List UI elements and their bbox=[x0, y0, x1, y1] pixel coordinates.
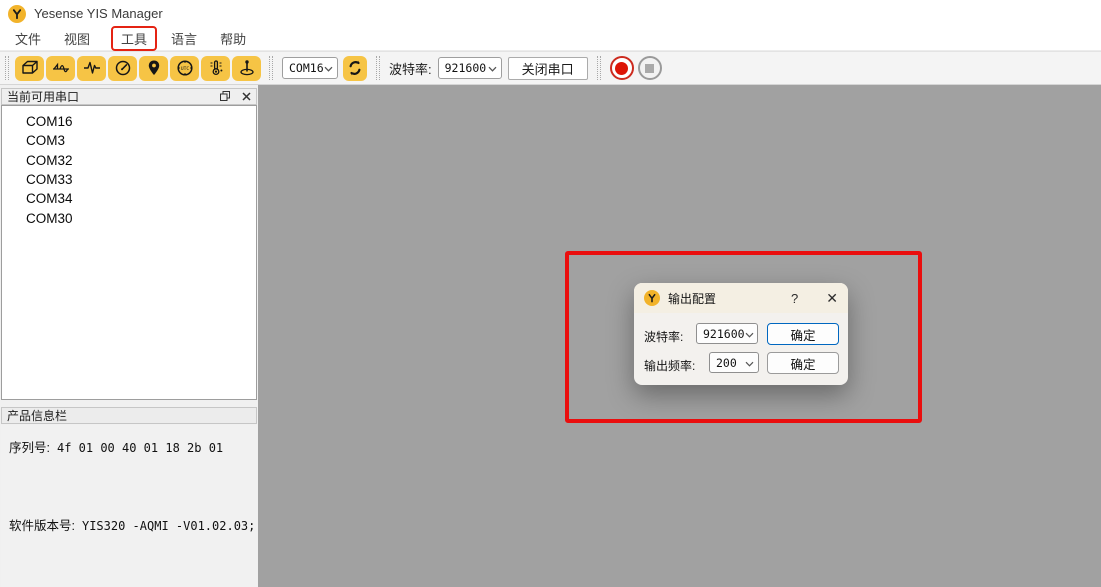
output-config-dialog: 输出配置 ? ✕ 波特率: 921600 确定 输出频率: 200 确定 bbox=[634, 283, 848, 385]
stop-button[interactable] bbox=[638, 56, 662, 80]
menu-item-language[interactable]: 语言 bbox=[165, 27, 203, 50]
dialog-freq-value: 200 bbox=[716, 356, 737, 370]
3d-view-button[interactable] bbox=[15, 56, 44, 81]
dialog-close-button[interactable]: ✕ bbox=[826, 291, 838, 305]
chevron-down-icon bbox=[745, 327, 754, 341]
pose-pin-button[interactable] bbox=[232, 56, 261, 81]
chevron-down-icon bbox=[745, 356, 754, 370]
angle-wave-button[interactable] bbox=[46, 56, 75, 81]
baud-rate-label: 波特率: bbox=[389, 59, 432, 78]
dialog-freq-ok-button[interactable]: 确定 bbox=[767, 352, 839, 374]
port-list-item[interactable]: COM32 bbox=[26, 151, 256, 170]
gauge-button[interactable] bbox=[108, 56, 137, 81]
toolbar: UTC COM16 波特率: 921600 bbox=[0, 51, 1101, 85]
dialog-baud-value: 921600 bbox=[703, 327, 745, 341]
pulse-wave-icon bbox=[82, 59, 102, 77]
stop-icon bbox=[645, 64, 654, 73]
port-list-item[interactable]: COM33 bbox=[26, 170, 256, 189]
dialog-title: 输出配置 bbox=[668, 290, 716, 307]
dialog-freq-label: 输出频率: bbox=[644, 357, 695, 374]
dialog-freq-select[interactable]: 200 bbox=[709, 352, 759, 373]
toolbar-grip[interactable] bbox=[5, 56, 9, 80]
menu-item-tools[interactable]: 工具 bbox=[111, 26, 157, 51]
info-panel-header: 产品信息栏 bbox=[1, 407, 257, 424]
port-list-item[interactable]: COM3 bbox=[26, 131, 256, 150]
menu-bar: 文件 视图 工具 语言 帮助 bbox=[0, 27, 1101, 51]
location-pin-icon bbox=[144, 59, 164, 77]
window-title: Yesense YIS Manager bbox=[34, 6, 163, 21]
svg-text:UTC: UTC bbox=[180, 66, 189, 72]
menu-item-view[interactable]: 视图 bbox=[58, 27, 96, 50]
baud-rate-value: 921600 bbox=[445, 61, 487, 75]
utc-clock-icon: UTC bbox=[175, 59, 195, 77]
ports-panel-title: 当前可用串口 bbox=[7, 88, 79, 105]
software-version-label: 软件版本号: bbox=[9, 515, 75, 534]
thermometer-icon bbox=[206, 59, 226, 77]
serial-number-label: 序列号: bbox=[9, 437, 50, 456]
chevron-down-icon bbox=[324, 61, 333, 75]
pose-pin-icon bbox=[237, 59, 257, 77]
3d-box-icon bbox=[20, 59, 40, 77]
dialog-baud-label: 波特率: bbox=[644, 328, 683, 345]
record-button[interactable] bbox=[610, 56, 634, 80]
menu-item-help[interactable]: 帮助 bbox=[214, 27, 252, 50]
port-select-value: COM16 bbox=[289, 61, 324, 75]
port-list-item[interactable]: COM16 bbox=[26, 112, 256, 131]
utc-clock-button[interactable]: UTC bbox=[170, 56, 199, 81]
close-serial-port-button[interactable]: 关闭串口 bbox=[508, 57, 588, 80]
temperature-button[interactable] bbox=[201, 56, 230, 81]
toolbar-grip[interactable] bbox=[597, 56, 601, 80]
title-bar: Yesense YIS Manager bbox=[0, 0, 1101, 27]
software-version-line: 软件版本号: YIS320 -AQMI -V01.02.03; bbox=[9, 515, 255, 534]
dialog-baud-ok-button[interactable]: 确定 bbox=[767, 323, 839, 345]
refresh-icon bbox=[347, 60, 363, 76]
dialog-baud-select[interactable]: 921600 bbox=[696, 323, 758, 344]
dialog-title-bar[interactable]: 输出配置 ? ✕ bbox=[634, 283, 848, 313]
app-window: Yesense YIS Manager 文件 视图 工具 语言 帮助 bbox=[0, 0, 1101, 587]
location-button[interactable] bbox=[139, 56, 168, 81]
dialog-help-button[interactable]: ? bbox=[791, 291, 798, 306]
gauge-icon bbox=[113, 59, 133, 77]
toolbar-grip[interactable] bbox=[269, 56, 273, 80]
pulse-wave-button[interactable] bbox=[77, 56, 106, 81]
app-logo-icon bbox=[8, 5, 26, 23]
close-panel-icon[interactable] bbox=[242, 90, 251, 104]
info-panel-title: 产品信息栏 bbox=[7, 407, 67, 424]
toolbar-grip[interactable] bbox=[376, 56, 380, 80]
float-panel-icon[interactable] bbox=[220, 90, 230, 104]
ports-panel-header: 当前可用串口 bbox=[1, 88, 257, 105]
baud-rate-select[interactable]: 921600 bbox=[438, 57, 502, 79]
dialog-logo-icon bbox=[644, 290, 660, 306]
serial-number-value: 4f 01 00 40 01 18 2b 01 bbox=[57, 441, 223, 455]
info-panel-body: 序列号: 4f 01 00 40 01 18 2b 01 软件版本号: YIS3… bbox=[1, 425, 257, 587]
port-select[interactable]: COM16 bbox=[282, 57, 338, 79]
menu-item-file[interactable]: 文件 bbox=[9, 27, 47, 50]
ports-list: COM16 COM3 COM32 COM33 COM34 COM30 bbox=[1, 105, 257, 400]
port-list-item[interactable]: COM30 bbox=[26, 208, 256, 227]
angle-wave-icon bbox=[51, 59, 71, 77]
record-icon bbox=[615, 62, 628, 75]
refresh-ports-button[interactable] bbox=[343, 56, 367, 81]
software-version-value: YIS320 -AQMI -V01.02.03; bbox=[82, 519, 255, 533]
serial-number-line: 序列号: 4f 01 00 40 01 18 2b 01 bbox=[9, 437, 223, 456]
port-list-item[interactable]: COM34 bbox=[26, 189, 256, 208]
chevron-down-icon bbox=[488, 61, 497, 75]
